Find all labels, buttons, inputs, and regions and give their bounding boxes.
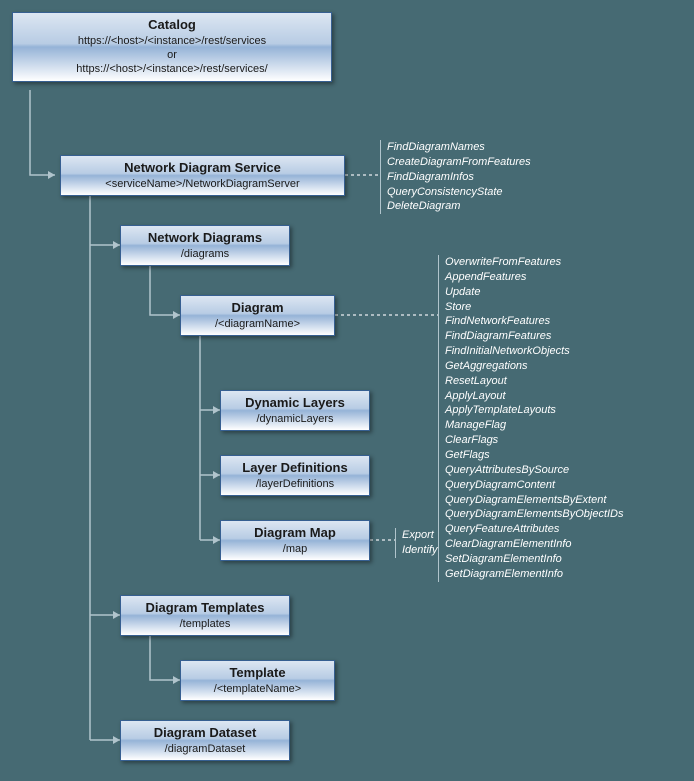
node-catalog: Catalog https://<host>/<instance>/rest/s… [12,12,332,82]
op-item: FindDiagramInfos [387,170,531,185]
map-path: /map [227,542,363,556]
op-item: ApplyTemplateLayouts [445,403,624,418]
op-item: DeleteDiagram [387,199,531,214]
diagrams-title: Network Diagrams [127,230,283,247]
node-template: Template /<templateName> [180,660,335,701]
node-diagram: Diagram /<diagramName> [180,295,335,336]
op-item: FindInitialNetworkObjects [445,344,624,359]
op-item: GetAggregations [445,359,624,374]
op-item: QueryAttributesBySource [445,463,624,478]
op-item: OverwriteFromFeatures [445,255,624,270]
op-item: ManageFlag [445,418,624,433]
op-item: ResetLayout [445,374,624,389]
op-item: FindNetworkFeatures [445,314,624,329]
template-title: Template [187,665,328,682]
op-item: Store [445,300,624,315]
map-title: Diagram Map [227,525,363,542]
diagram-path: /<diagramName> [187,317,328,331]
op-item: ApplyLayout [445,389,624,404]
op-item: Export [402,528,437,543]
node-diagram-dataset: Diagram Dataset /diagramDataset [120,720,290,761]
op-item: FindDiagramNames [387,140,531,155]
catalog-url-2: https://<host>/<instance>/rest/services/ [19,62,325,76]
dynlayers-title: Dynamic Layers [227,395,363,412]
layerdefs-title: Layer Definitions [227,460,363,477]
node-network-diagram-service: Network Diagram Service <serviceName>/Ne… [60,155,345,196]
op-item: ClearDiagramElementInfo [445,537,624,552]
catalog-url-1: https://<host>/<instance>/rest/services [19,34,325,48]
op-item: Update [445,285,624,300]
node-network-diagrams: Network Diagrams /diagrams [120,225,290,266]
ops-diagram: OverwriteFromFeatures AppendFeatures Upd… [438,255,624,582]
diagrams-path: /diagrams [127,247,283,261]
ops-network-diagram-service: FindDiagramNames CreateDiagramFromFeatur… [380,140,531,214]
node-layer-definitions: Layer Definitions /layerDefinitions [220,455,370,496]
nds-title: Network Diagram Service [67,160,338,177]
ops-diagram-map: Export Identify [395,528,437,558]
op-item: AppendFeatures [445,270,624,285]
diagram-title: Diagram [187,300,328,317]
layerdefs-path: /layerDefinitions [227,477,363,491]
op-item: QueryDiagramElementsByExtent [445,493,624,508]
nds-path: <serviceName>/NetworkDiagramServer [67,177,338,191]
dataset-path: /diagramDataset [127,742,283,756]
op-item: QueryDiagramContent [445,478,624,493]
template-path: /<templateName> [187,682,328,696]
op-item: GetFlags [445,448,624,463]
op-item: Identify [402,543,437,558]
catalog-title: Catalog [19,17,325,34]
op-item: ClearFlags [445,433,624,448]
op-item: QueryFeatureAttributes [445,522,624,537]
dynlayers-path: /dynamicLayers [227,412,363,426]
op-item: CreateDiagramFromFeatures [387,155,531,170]
templates-path: /templates [127,617,283,631]
node-dynamic-layers: Dynamic Layers /dynamicLayers [220,390,370,431]
templates-title: Diagram Templates [127,600,283,617]
node-diagram-templates: Diagram Templates /templates [120,595,290,636]
op-item: QueryDiagramElementsByObjectIDs [445,507,624,522]
op-item: QueryConsistencyState [387,185,531,200]
dataset-title: Diagram Dataset [127,725,283,742]
op-item: SetDiagramElementInfo [445,552,624,567]
node-diagram-map: Diagram Map /map [220,520,370,561]
catalog-or: or [19,48,325,62]
op-item: FindDiagramFeatures [445,329,624,344]
op-item: GetDiagramElementInfo [445,567,624,582]
